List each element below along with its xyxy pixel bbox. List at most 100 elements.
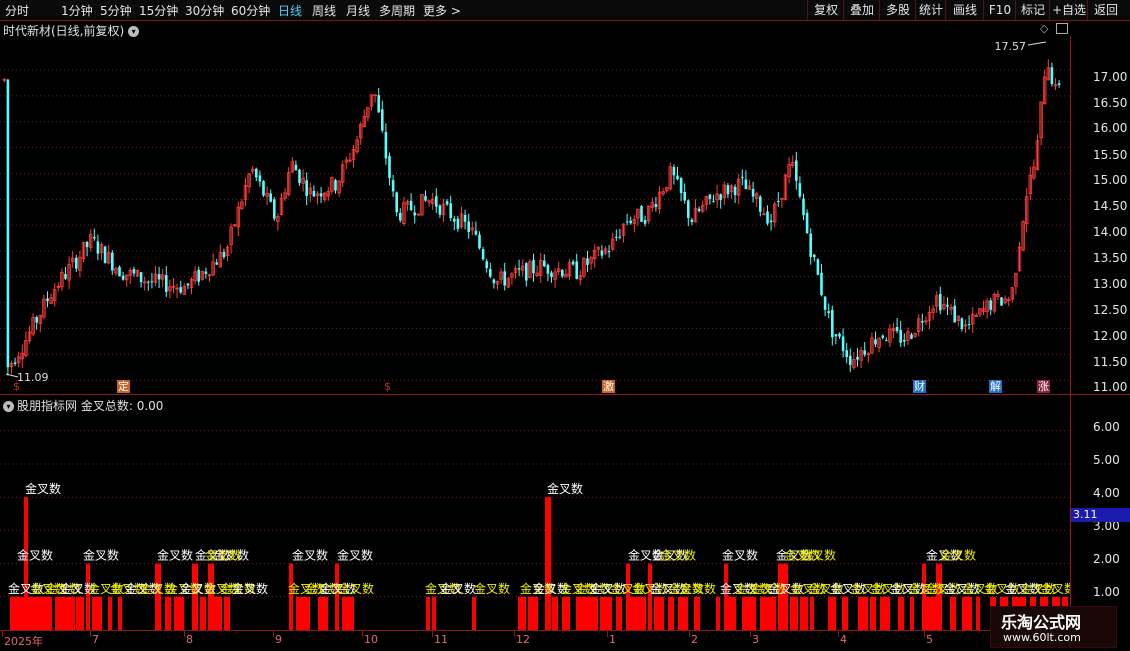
indicator-bar — [318, 596, 328, 630]
candle-body — [546, 264, 550, 274]
indicator-chart[interactable]: 金叉数 金叉数金叉数 金叉数 金叉数 金叉数金叉数 金叉数 金叉数 金叉数金叉数 金叉数 金叉数金… — [0, 396, 1070, 630]
candle-body — [751, 188, 755, 197]
candlestick-chart[interactable]: 17.5711.09 — [0, 36, 1070, 396]
candle-body — [1057, 83, 1061, 85]
candle-body — [413, 212, 416, 216]
candle-body — [312, 190, 316, 197]
candlestick — [939, 286, 942, 315]
candlestick — [816, 258, 820, 276]
candlestick — [712, 194, 715, 203]
candlestick — [881, 334, 884, 340]
event-marker[interactable]: 激 — [602, 380, 615, 393]
period-tab-monthly[interactable]: 月线 — [346, 2, 370, 19]
event-marker[interactable]: 财 — [913, 380, 926, 393]
candlestick — [118, 265, 121, 277]
candlestick — [1017, 241, 1022, 273]
candlestick — [615, 229, 618, 241]
price-axis-label: 16.50 — [1093, 96, 1128, 110]
bar-label: 金叉数 — [338, 581, 374, 596]
candlestick — [250, 166, 255, 175]
candlestick — [89, 229, 93, 252]
candle-body — [85, 241, 89, 248]
candlestick — [298, 168, 301, 186]
candlestick — [791, 155, 795, 168]
candle-body — [64, 273, 67, 279]
candlestick — [719, 193, 722, 209]
candle-body — [319, 193, 323, 197]
candlestick — [197, 266, 200, 286]
f10-button[interactable]: F10 — [983, 0, 1016, 20]
fuquan-button[interactable]: 复权 — [807, 0, 844, 20]
candlestick — [459, 206, 464, 229]
candlestick — [315, 191, 320, 205]
candle-body — [456, 218, 460, 229]
bar-label: 金叉数 — [660, 548, 696, 563]
candlestick — [550, 270, 553, 283]
indicator-bar — [28, 596, 38, 630]
indicator-bar — [472, 596, 476, 630]
date-label: 2 — [691, 633, 698, 646]
event-marker[interactable]: 定 — [117, 380, 130, 393]
period-tab-1min[interactable]: 1分钟 — [61, 2, 93, 19]
candle-body — [881, 335, 884, 338]
candle-body — [885, 340, 888, 342]
candle-body — [676, 175, 679, 180]
candle-body — [741, 176, 744, 178]
period-tab-multi[interactable]: 多周期 — [379, 2, 415, 19]
candlestick — [24, 331, 28, 358]
back-button[interactable]: 返回 — [1087, 0, 1124, 20]
period-tab-60min[interactable]: 60分钟 — [231, 2, 270, 19]
candle-body — [1050, 67, 1054, 85]
candle-body — [75, 257, 78, 269]
candlestick — [85, 241, 89, 257]
draw-line-button[interactable]: 画线 — [945, 0, 984, 20]
overlay-button[interactable]: 叠加 — [843, 0, 880, 20]
period-tab-30min[interactable]: 30分钟 — [185, 2, 224, 19]
event-marker[interactable]: $ — [10, 380, 23, 393]
period-toolbar: 分时 1分钟 5分钟 15分钟 30分钟 60分钟 日线 周线 月线 多周期 更… — [0, 0, 1130, 21]
candlestick — [107, 244, 111, 265]
period-tab-15min[interactable]: 15分钟 — [139, 2, 178, 19]
statistics-button[interactable]: 统计 — [915, 0, 946, 20]
indicator-bar — [545, 497, 551, 630]
period-tab-more[interactable]: 更多 > — [423, 2, 461, 19]
candlestick — [78, 250, 82, 278]
candlestick — [362, 109, 366, 128]
diamond-icon[interactable]: ◇ — [1040, 22, 1048, 35]
period-tab-daily[interactable]: 日线 — [278, 2, 302, 19]
event-marker[interactable]: $ — [381, 380, 394, 393]
indicator-bar — [600, 596, 608, 630]
date-label: 11 — [434, 633, 448, 646]
candle-body — [618, 236, 622, 238]
candlestick — [586, 250, 589, 273]
period-tab-weekly[interactable]: 周线 — [312, 2, 336, 19]
candlestick — [305, 172, 308, 206]
candle-body — [147, 281, 150, 283]
multi-stock-button[interactable]: 多股 — [879, 0, 916, 20]
candlestick — [165, 266, 168, 298]
candlestick — [603, 246, 608, 255]
candlestick — [543, 254, 546, 268]
event-marker[interactable]: 解 — [989, 380, 1002, 393]
candlestick — [435, 188, 438, 213]
candlestick — [949, 304, 953, 316]
candlestick — [831, 305, 834, 346]
candlestick — [31, 313, 35, 337]
candlestick — [845, 343, 848, 364]
watermark-logo: 乐淘公式网 www.60lt.com — [990, 606, 1117, 648]
candle-body — [953, 305, 956, 323]
candlestick — [1000, 297, 1003, 306]
period-tab-5min[interactable]: 5分钟 — [100, 2, 132, 19]
event-marker[interactable]: 涨 — [1037, 380, 1050, 393]
period-tab-fenshi[interactable]: 分时 — [5, 2, 29, 19]
mark-button[interactable]: 标记 — [1015, 0, 1050, 20]
add-watchlist-button[interactable]: +自选 — [1049, 0, 1088, 20]
indicator-bar — [528, 596, 538, 630]
indicator-bar — [778, 563, 788, 630]
candle-body — [856, 356, 859, 360]
date-label: 7 — [92, 633, 99, 646]
candlestick — [539, 252, 543, 283]
candlestick — [795, 151, 798, 190]
candle-body — [157, 274, 161, 280]
window-restore-icon[interactable] — [1056, 23, 1068, 34]
